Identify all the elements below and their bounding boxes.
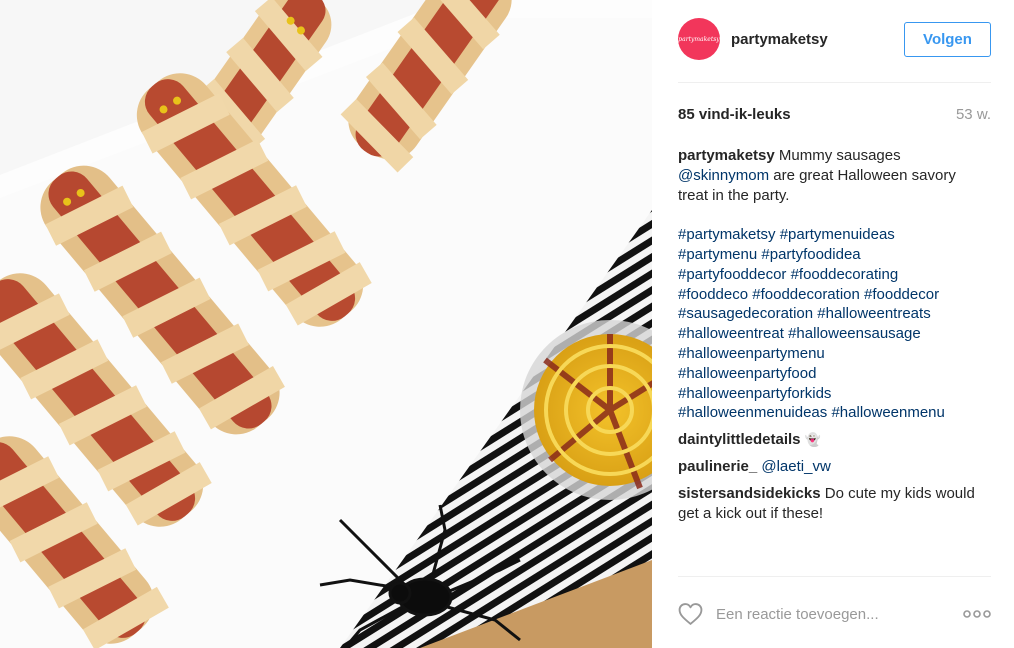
comment-author[interactable]: sistersandsidekicks: [678, 485, 821, 502]
add-comment-bar: [678, 600, 991, 628]
hashtag-link[interactable]: #sausagedecoration: [678, 305, 813, 322]
hashtag-link[interactable]: #partymenuideas: [780, 226, 895, 243]
hashtag-link[interactable]: #halloweenpartyfood: [678, 365, 816, 382]
ghost-emoji-icon: 👻: [804, 432, 821, 448]
hashtag-line: #partyfooddecor #fooddecorating: [678, 265, 991, 285]
header-divider: [678, 82, 991, 83]
hashtag-line: #sausagedecoration #halloweentreats: [678, 304, 991, 324]
hashtag-line: #halloweenpartyforkids: [678, 384, 991, 404]
caption-text-line1: Mummy sausages: [774, 147, 901, 164]
comments-divider: [678, 576, 991, 577]
comments-list: partymaketsy Mummy sausages @skinnymom a…: [678, 146, 991, 523]
caption-author[interactable]: partymaketsy: [678, 147, 775, 164]
hashtag-line: #fooddeco #fooddecoration #fooddecor: [678, 285, 991, 305]
avatar-logo-text: partymaketsy: [678, 35, 720, 43]
post-photo[interactable]: [0, 0, 652, 648]
hashtag-list: #partymaketsy #partymenuideas #partymenu …: [678, 225, 991, 423]
likes-count[interactable]: 85 vind-ik-leuks: [678, 106, 791, 123]
caption-mention[interactable]: @skinnymom: [678, 167, 769, 184]
hashtag-link[interactable]: #halloweentreat: [678, 325, 784, 342]
hashtag-line: #halloweenpartymenu: [678, 344, 991, 364]
hashtag-link[interactable]: #halloweenpartyforkids: [678, 385, 831, 402]
comment-text-line2: get a kick out if these!: [678, 504, 824, 522]
hashtag-link[interactable]: #partyfooddecor: [678, 266, 786, 283]
avatar[interactable]: partymaketsy: [678, 18, 720, 60]
comment: paulinerie_ @laeti_vw: [678, 457, 991, 477]
comment-author[interactable]: paulinerie_: [678, 458, 757, 475]
post-sidebar: partymaketsy partymaketsy Volgen 85 vind…: [652, 0, 1014, 648]
hashtag-link[interactable]: #halloweentreats: [817, 305, 930, 322]
comment: sistersandsidekicks Do cute my kids woul…: [678, 484, 991, 524]
post-header: partymaketsy partymaketsy Volgen: [678, 18, 991, 62]
hashtag-link[interactable]: #partyfoodidea: [761, 246, 860, 263]
comment-text-line1: Do cute my kids would: [820, 484, 975, 502]
caption-text-line3: treat in the party.: [678, 186, 790, 204]
follow-button[interactable]: Volgen: [904, 22, 991, 57]
hashtag-link[interactable]: #halloweenpartymenu: [678, 345, 825, 362]
hashtag-line: #halloweenmenuideas #halloweenmenu: [678, 403, 991, 423]
likes-row: 85 vind-ik-leuks 53 w.: [678, 106, 991, 126]
post-image: [0, 0, 652, 648]
caption: partymaketsy Mummy sausages @skinnymom a…: [678, 146, 991, 423]
heart-outline-icon[interactable]: [678, 602, 703, 626]
comment-input[interactable]: [716, 603, 946, 625]
hashtag-link[interactable]: #partymaketsy: [678, 226, 776, 243]
hashtag-line: #partymaketsy #partymenuideas: [678, 225, 991, 245]
hashtag-link[interactable]: #fooddecor: [864, 286, 939, 303]
comment-author[interactable]: daintylittledetails: [678, 431, 801, 448]
hashtag-link[interactable]: #fooddecorating: [791, 266, 899, 283]
hashtag-link[interactable]: #partymenu: [678, 246, 757, 263]
hashtag-link[interactable]: #halloweenmenuideas: [678, 404, 827, 421]
hashtag-line: #partymenu #partyfoodidea: [678, 245, 991, 265]
username-link[interactable]: partymaketsy: [731, 31, 828, 48]
post-age[interactable]: 53 w.: [956, 106, 991, 123]
caption-text-line2: are great Halloween savory: [769, 166, 956, 184]
hashtag-link[interactable]: #halloweenmenu: [831, 404, 944, 421]
comment-mention[interactable]: @laeti_vw: [761, 458, 830, 475]
hashtag-line: #halloweenpartyfood: [678, 364, 991, 384]
hashtag-line: #halloweentreat #halloweensausage: [678, 324, 991, 344]
hashtag-link[interactable]: #fooddecoration: [752, 286, 860, 303]
hashtag-link[interactable]: #fooddeco: [678, 286, 748, 303]
ellipsis-icon[interactable]: [963, 609, 991, 619]
comment: daintylittledetails 👻: [678, 430, 991, 450]
hashtag-link[interactable]: #halloweensausage: [788, 325, 921, 342]
